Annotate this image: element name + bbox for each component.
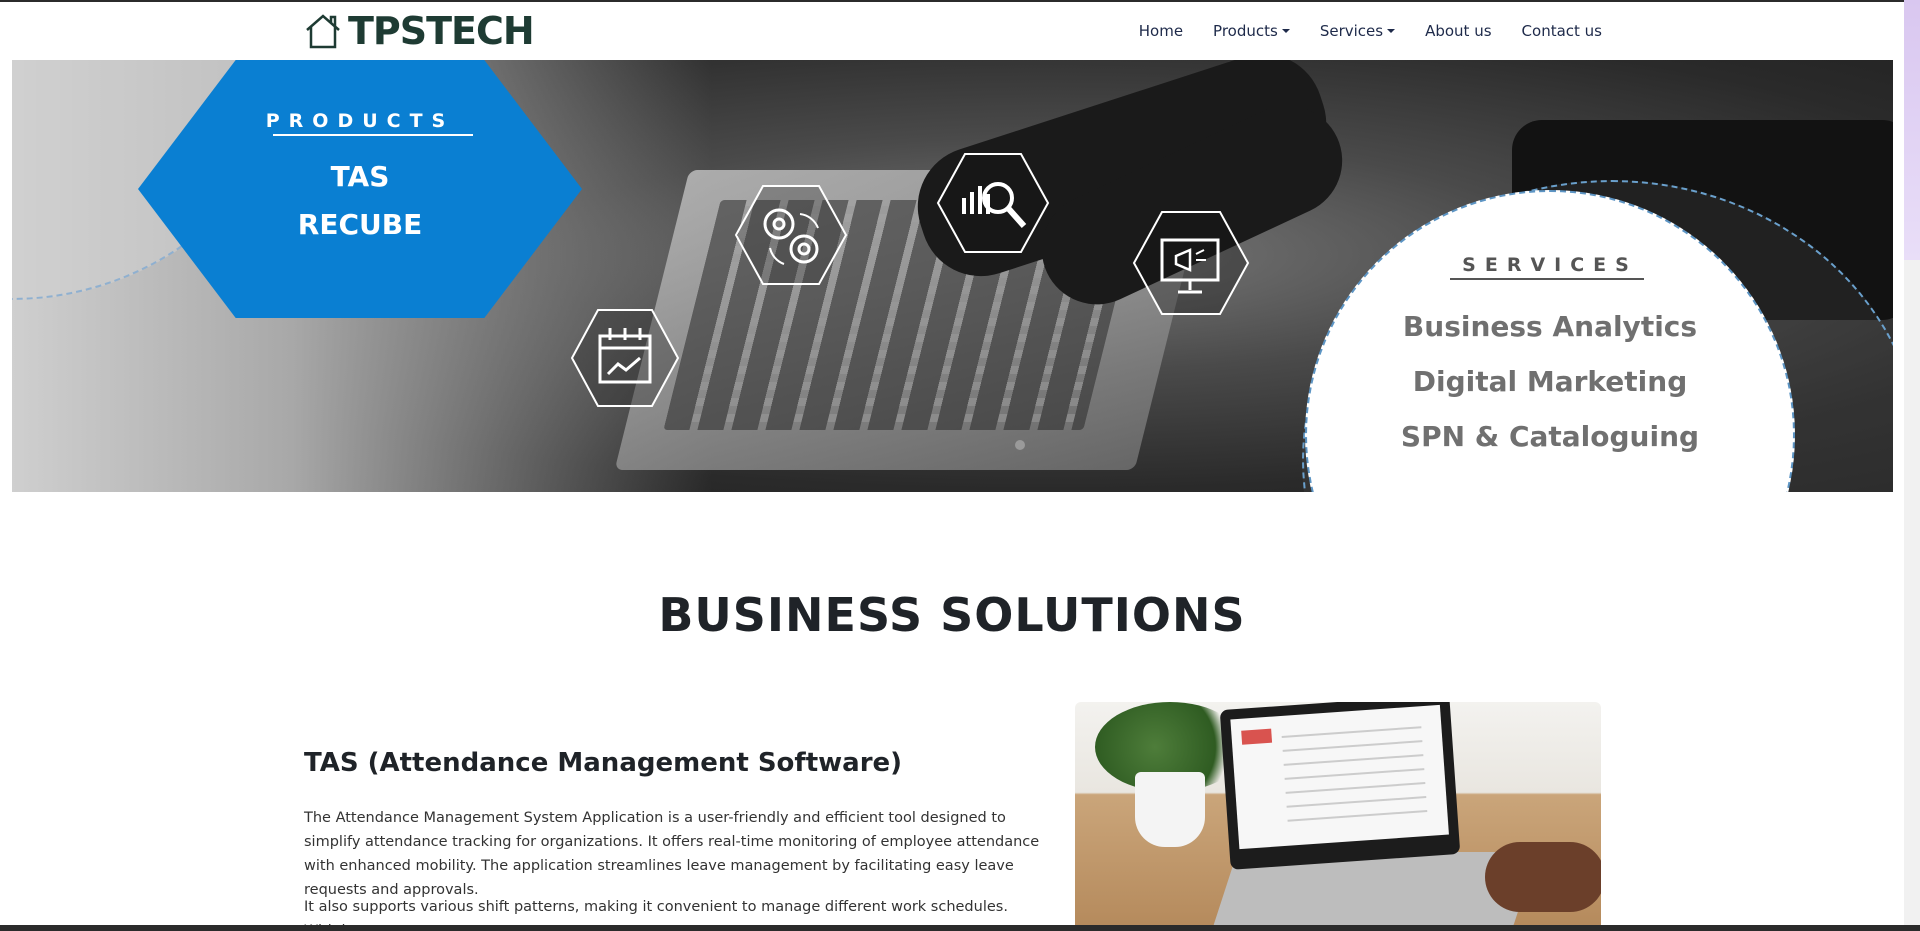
laptop-image	[1219, 702, 1461, 870]
services-heading: SERVICES	[1462, 254, 1638, 276]
product-card-title: TAS (Attendance Management Software)	[304, 748, 903, 778]
navbar: TPSTECH Home Products Services About us …	[0, 2, 1904, 60]
nav-products-label: Products	[1213, 22, 1278, 40]
service-digital-marketing[interactable]: Digital Marketing	[1307, 365, 1793, 398]
laptop-screen-image	[1230, 704, 1449, 850]
nav-services-dropdown[interactable]: Services	[1319, 22, 1396, 40]
calendar-chart-icon	[570, 308, 680, 408]
section-title: BUSINESS SOLUTIONS	[658, 588, 1246, 642]
house-icon	[306, 14, 340, 49]
services-heading-underline	[1450, 278, 1644, 280]
service-spn-cataloguing[interactable]: SPN & Cataloguing	[1307, 420, 1793, 453]
analytics-search-icon	[936, 152, 1050, 254]
carousel-indicator[interactable]	[1015, 440, 1025, 450]
brand-name: TPSTECH	[348, 9, 535, 53]
product-description-paragraph: The Attendance Management System Applica…	[304, 810, 1040, 898]
nav-products-dropdown[interactable]: Products	[1213, 22, 1290, 40]
nav-contact[interactable]: Contact us	[1522, 22, 1602, 40]
plant-pot-image	[1135, 772, 1205, 847]
nav-home-label: Home	[1138, 22, 1184, 40]
product-tas[interactable]: TAS	[138, 160, 582, 193]
product-photo	[1075, 702, 1601, 928]
nav-services-label: Services	[1319, 22, 1384, 40]
brand-logo[interactable]: TPSTECH	[304, 9, 535, 53]
products-heading: PRODUCTS	[265, 110, 455, 132]
scrollbar-thumb[interactable]	[1904, 0, 1920, 260]
caret-down-icon	[1281, 29, 1290, 33]
nav-contact-label: Contact us	[1521, 22, 1602, 40]
window-bottom-border	[0, 925, 1920, 931]
hand-image	[1485, 842, 1601, 912]
nav-home[interactable]: Home	[1139, 22, 1183, 40]
monitor-megaphone-icon	[1132, 210, 1250, 316]
hero-carousel: PRODUCTS TAS RECUBE SERVICES Business An…	[12, 60, 1893, 492]
service-business-analytics[interactable]: Business Analytics	[1307, 310, 1793, 343]
nav-about-label: About us	[1425, 22, 1492, 40]
gears-icon	[734, 184, 848, 286]
main-nav: Home Products Services About us Contact …	[1139, 22, 1602, 40]
nav-about[interactable]: About us	[1425, 22, 1491, 40]
product-recube[interactable]: RECUBE	[138, 208, 582, 241]
products-heading-underline	[273, 134, 473, 136]
caret-down-icon	[1387, 29, 1396, 33]
